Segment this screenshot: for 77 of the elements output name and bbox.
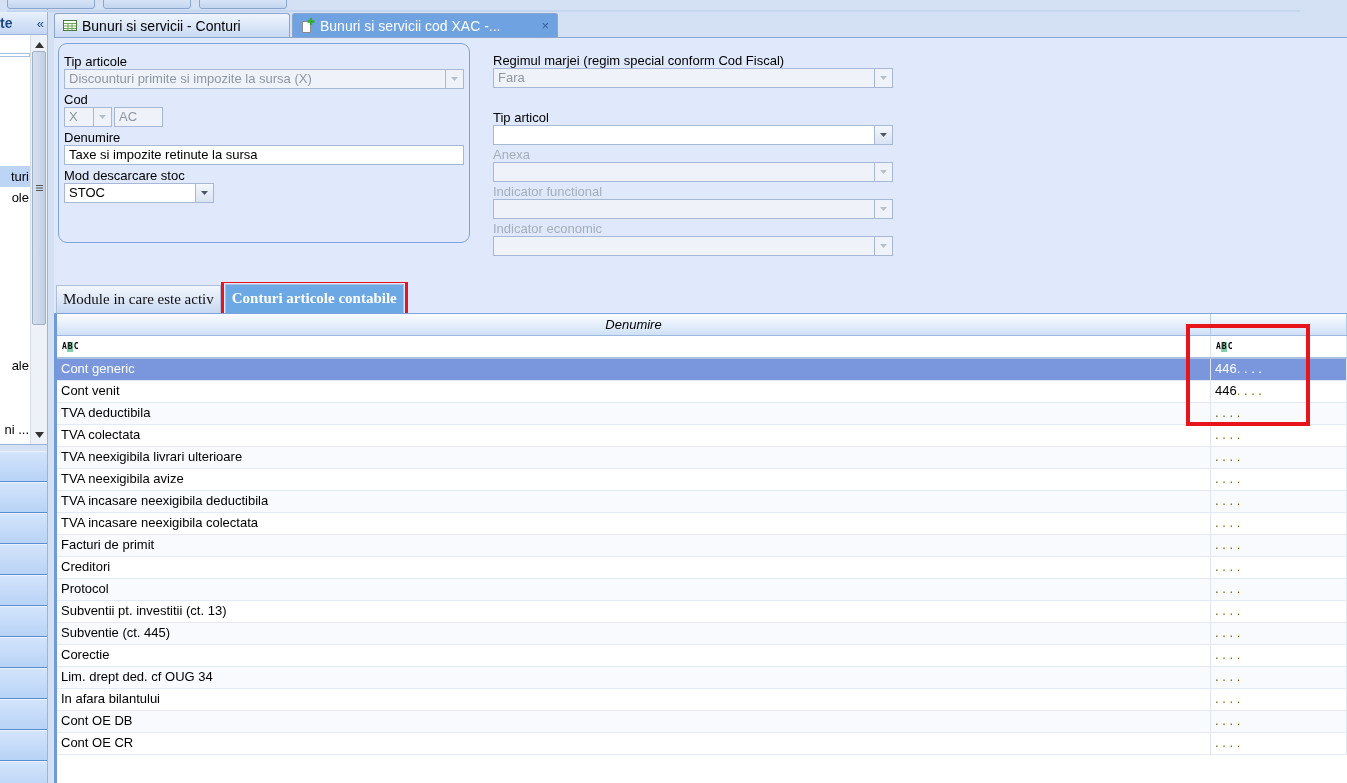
table-row[interactable]: Cont OE DB . . . . <box>57 711 1347 733</box>
scroll-thumb[interactable] <box>32 51 46 325</box>
text-field[interactable]: Taxe si impozite retinute la sursa <box>64 145 464 165</box>
table-cell: . . . . <box>1211 623 1347 644</box>
table-cell: TVA deductibila <box>57 403 1211 424</box>
table-cell: Cont OE DB <box>57 711 1211 732</box>
field-label: Tip articole <box>64 54 129 69</box>
dropdown-arrow-icon[interactable] <box>880 133 887 137</box>
field-label: Indicator economic <box>493 221 604 236</box>
text-filter-icon[interactable]: ABC <box>1215 341 1235 352</box>
table-cell: Facturi de primit <box>57 535 1211 556</box>
table-cell: TVA neexigibila livrari ulterioare <box>57 447 1211 468</box>
table-row[interactable]: Protocol . . . . <box>57 579 1347 601</box>
table-cell: . . . . <box>1211 557 1347 578</box>
table-cell: TVA incasare neexigibila colectata <box>57 513 1211 534</box>
sidebar-item[interactable]: turi <box>0 166 30 187</box>
table-cell: Lim. drept ded. cf OUG 34 <box>57 667 1211 688</box>
table-cell: Protocol <box>57 579 1211 600</box>
table-cell: . . . . <box>1211 491 1347 512</box>
table-cell: 446. . . . <box>1211 381 1347 402</box>
table-cell: . . . . <box>1211 711 1347 732</box>
dropdown-field[interactable] <box>493 125 893 145</box>
sidebar-title: te <box>0 15 13 31</box>
table-cell: . . . . <box>1211 645 1347 666</box>
text-filter-icon[interactable]: ABC <box>61 341 81 352</box>
table-cell: TVA neexigibila avize <box>57 469 1211 490</box>
dropdown-field[interactable]: STOC <box>64 183 214 203</box>
field-label: Tip articol <box>493 110 550 125</box>
table-cell: 446. . . . <box>1211 359 1347 380</box>
grip-icon <box>35 185 43 191</box>
table-cell: . . . . <box>1211 579 1347 600</box>
scrollbar[interactable] <box>30 35 47 444</box>
sidebar-item[interactable]: ale <box>0 355 30 376</box>
field-label: Cod <box>64 92 89 107</box>
table-cell: Corectie <box>57 645 1211 666</box>
table-cell: . . . . <box>1211 425 1347 446</box>
scroll-down-icon[interactable] <box>34 432 44 438</box>
table-icon <box>63 20 77 31</box>
table-row[interactable]: Lim. drept ded. cf OUG 34 . . . . <box>57 667 1347 689</box>
table-cell: TVA incasare neexigibila deductibila <box>57 491 1211 512</box>
table-cell: Cont venit <box>57 381 1211 402</box>
table-cell: Cont OE CR <box>57 733 1211 754</box>
dropdown-arrow-icon[interactable] <box>201 191 208 195</box>
field-label: Regimul marjei (regim special conform Cod Fiscal) <box>493 53 786 68</box>
sidebar-item[interactable]: ole <box>0 187 30 208</box>
table-cell: Subventie (ct. 445) <box>57 623 1211 644</box>
table-cell: . . . . <box>1211 733 1347 754</box>
table-row[interactable]: TVA deductibila . . . . <box>57 403 1347 425</box>
table-cell: . . . . <box>1211 689 1347 710</box>
table-row[interactable]: Subventie (ct. 445) . . . . <box>57 623 1347 645</box>
table-cell: . . . . <box>1211 403 1347 424</box>
table-cell: . . . . <box>1211 601 1347 622</box>
table-row[interactable]: Cont OE CR . . . . <box>57 733 1347 755</box>
table-cell: . . . . <box>1211 513 1347 534</box>
table-row[interactable]: Facturi de primit . . . . <box>57 535 1347 557</box>
table-cell: TVA colectata <box>57 425 1211 446</box>
scroll-up-icon[interactable] <box>34 42 44 48</box>
new-document-icon <box>301 18 315 33</box>
table-cell: Subventii pt. investitii (ct. 13) <box>57 601 1211 622</box>
field-label: Indicator functional <box>493 184 604 199</box>
table-cell: Creditori <box>57 557 1211 578</box>
field-label: Anexa <box>493 147 531 162</box>
table-cell: . . . . <box>1211 667 1347 688</box>
table-cell: . . . . <box>1211 469 1347 490</box>
table-row[interactable]: TVA incasare neexigibila deductibila . . . . <box>57 491 1347 513</box>
table-cell: . . . . <box>1211 535 1347 556</box>
sidebar-item[interactable]: ni ... <box>0 419 30 440</box>
section-tab[interactable]: Module in care este activ <box>56 285 221 313</box>
column-header[interactable]: Denumire <box>605 314 662 335</box>
field-label: Denumire <box>64 130 122 145</box>
table-cell: . . . . <box>1211 447 1347 468</box>
field-label: Mod descarcare stoc <box>64 168 186 183</box>
collapse-button[interactable]: « <box>36 15 44 31</box>
table-row[interactable]: TVA neexigibila livrari ulterioare . . . . <box>57 447 1347 469</box>
table-cell: In afara bilantului <box>57 689 1211 710</box>
document-tab[interactable]: Bunuri si servicii - Conturi <box>54 13 290 37</box>
table-cell: Cont generic <box>57 359 1211 380</box>
